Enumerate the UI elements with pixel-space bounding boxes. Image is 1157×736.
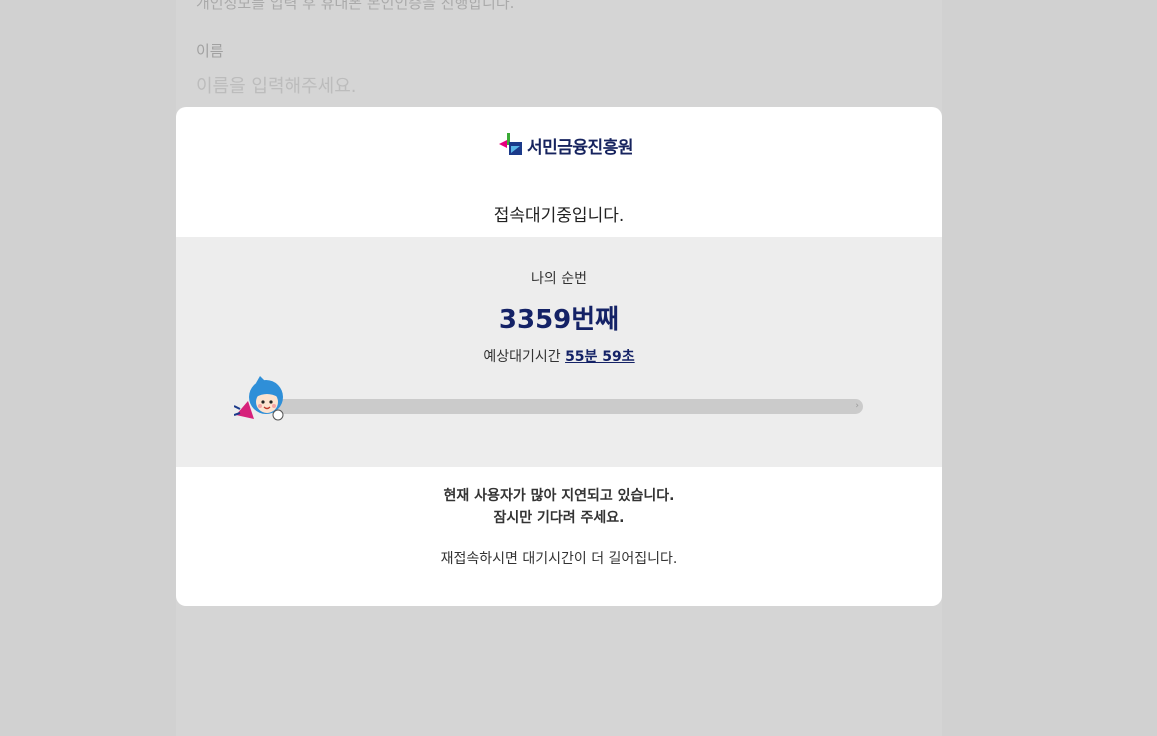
delay-message-line2: 잠시만 기다려 주세요. <box>493 510 625 526</box>
queue-progress-bar: › <box>268 399 863 414</box>
brand-logo: 서민금융진흥원 <box>498 131 633 159</box>
reconnect-note: 재접속하시면 대기시간이 더 길어집니다. <box>440 551 678 567</box>
wait-label: 예상대기시간 <box>483 349 561 365</box>
mascot-icon <box>234 376 284 421</box>
delay-message: 현재 사용자가 많아 지연되고 있습니다. 잠시만 기다려 주세요. <box>176 485 942 529</box>
queue-panel: 나의 순번 3359번째 예상대기시간 55분 59초 <box>176 237 942 467</box>
delay-message-line1: 현재 사용자가 많아 지연되고 있습니다. <box>443 488 675 504</box>
estimated-wait: 예상대기시간 55분 59초 <box>176 346 942 366</box>
waiting-modal: 서민금융진흥원 접속대기중입니다. 나의 순번 3359번째 예상대기시간 55… <box>176 107 942 606</box>
brand-logo-text: 서민금융진흥원 <box>527 137 633 158</box>
brand-logo-icon <box>499 133 522 155</box>
progress-end-icon: › <box>855 401 859 411</box>
status-title: 접속대기중입니다. <box>493 206 625 226</box>
queue-label: 나의 순번 <box>531 271 587 287</box>
wait-time: 55분 59초 <box>565 349 635 365</box>
queue-number: 3359번째 <box>498 305 620 335</box>
